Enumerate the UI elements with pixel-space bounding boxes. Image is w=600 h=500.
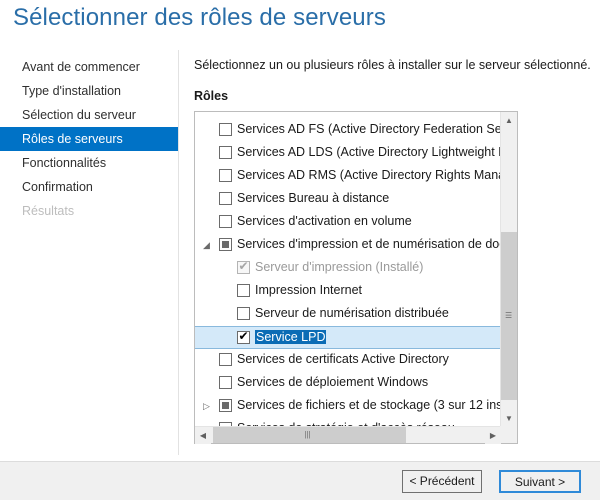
role-row[interactable]: Services de certificats Active Directory [195,349,501,372]
partial-check-icon [222,402,229,409]
role-row[interactable]: Services AD FS (Active Directory Federat… [195,119,501,142]
role-label: Serveur de numérisation distribuée [255,306,449,320]
role-row[interactable]: ◢ Services d'impression et de numérisatio… [195,234,501,257]
roles-listbox[interactable]: Services AD FS (Active Directory Federat… [194,111,518,444]
role-row[interactable]: ✔ Service LPD [195,326,501,349]
role-label: Services AD LDS (Active Directory Lightw… [237,145,501,159]
role-checkbox[interactable] [219,353,232,366]
scroll-left-icon[interactable]: ◀ [195,427,211,444]
role-checkbox[interactable] [219,192,232,205]
sidebar-item-5[interactable]: Confirmation [0,175,178,199]
role-label: Services de fichiers et de stockage (3 s… [237,398,501,412]
wizard-sidebar: Avant de commencer Type d'installation Sél… [0,55,178,450]
tree-expander-collapsed-icon[interactable]: ▷ [201,401,212,412]
sidebar-item-3[interactable]: Rôles de serveurs [0,127,178,151]
role-row[interactable]: Services d'activation en volume [195,211,501,234]
role-checkbox[interactable] [219,169,232,182]
role-label: Services Bureau à distance [237,191,390,205]
vertical-scrollbar-thumb[interactable]: ☰ [501,232,517,400]
role-checkbox[interactable] [219,146,232,159]
role-checkbox[interactable] [219,215,232,228]
sidebar-item-0[interactable]: Avant de commencer [0,55,178,79]
role-row[interactable]: ✔ Serveur d'impression (Installé) [195,257,501,280]
role-label: Services de certificats Active Directory [237,352,449,366]
role-label: Services d'impression et de numérisation… [237,237,501,251]
role-checkbox[interactable] [219,123,232,136]
role-label: Impression Internet [255,283,362,297]
checkmark-icon: ✔ [238,259,249,273]
checkmark-icon: ✔ [238,329,249,343]
sidebar-item-6: Résultats [22,204,75,218]
role-row[interactable]: Services Bureau à distance [195,188,501,211]
scrollbar-grip-icon: ☰ [505,311,513,320]
roles-list: Services AD FS (Active Directory Federat… [195,119,501,427]
sidebar-divider [178,50,179,455]
role-row[interactable]: Impression Internet [195,280,501,303]
role-checkbox[interactable] [219,376,232,389]
wizard-footer: < Précédent Suivant > [0,461,600,500]
role-row[interactable]: Serveur de numérisation distribuée [195,303,501,326]
vertical-scrollbar[interactable]: ▲ ☰ ▼ [500,112,517,427]
scroll-down-icon[interactable]: ▼ [501,410,517,427]
scrollbar-corner [500,426,517,443]
role-label: Services AD RMS (Active Directory Rights… [237,168,501,182]
role-checkbox: ✔ [237,259,250,274]
horizontal-scrollbar[interactable]: ◀ ||| ▶ [195,426,501,444]
horizontal-scrollbar-thumb[interactable]: ||| [213,427,406,443]
tree-expander-expanded-icon[interactable]: ◢ [201,240,212,251]
scrollbar-grip-icon: ||| [304,430,311,439]
role-row[interactable]: ▷ Services de fichiers et de stockage (3 … [195,395,501,418]
intro-text: Sélectionnez un ou plusieurs rôles à ins… [194,58,591,72]
page-title: Sélectionner des rôles de serveurs [13,4,386,31]
role-label: Services d'activation en volume [237,214,412,228]
roles-viewport: Services AD FS (Active Directory Federat… [195,112,501,427]
role-checkbox[interactable] [237,307,250,320]
role-label: Services de déploiement Windows [237,375,429,389]
role-checkbox[interactable] [237,284,250,297]
role-checkbox[interactable] [219,238,232,251]
scroll-right-icon[interactable]: ▶ [485,427,501,444]
sidebar-item-4[interactable]: Fonctionnalités [0,151,178,175]
next-button[interactable]: Suivant > [499,470,581,493]
role-row[interactable]: Services AD LDS (Active Directory Lightw… [195,142,501,165]
roles-label: Rôles [194,89,229,103]
partial-check-icon [222,241,229,248]
role-label: Service LPD [255,330,327,344]
role-row[interactable]: Services de déploiement Windows [195,372,501,395]
sidebar-item-2[interactable]: Sélection du serveur [0,103,178,127]
role-checkbox[interactable]: ✔ [237,329,250,344]
scroll-up-icon[interactable]: ▲ [501,112,517,129]
role-row[interactable]: Services AD RMS (Active Directory Rights… [195,165,501,188]
role-label: Services AD FS (Active Directory Federat… [237,122,501,136]
sidebar-item-1[interactable]: Type d'installation [0,79,178,103]
role-label: Serveur d'impression (Installé) [255,260,424,274]
role-checkbox[interactable] [219,399,232,412]
previous-button[interactable]: < Précédent [402,470,482,493]
